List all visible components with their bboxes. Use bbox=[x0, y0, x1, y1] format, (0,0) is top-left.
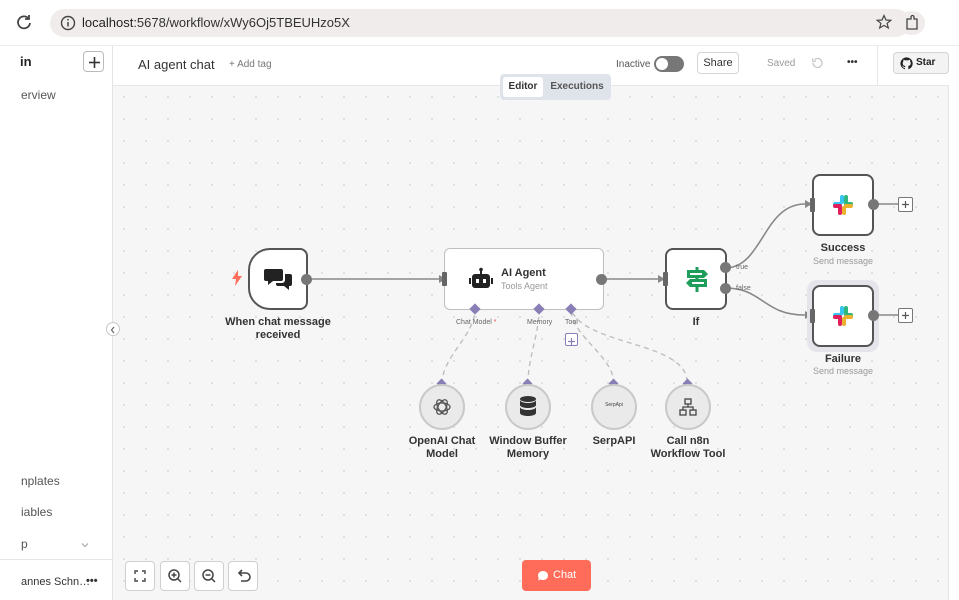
zoom-out-button[interactable] bbox=[194, 561, 224, 591]
chat-button-label: Chat bbox=[553, 569, 577, 581]
failure-sub: Send message bbox=[812, 366, 874, 376]
node-success[interactable] bbox=[812, 174, 874, 236]
fit-view-button[interactable] bbox=[125, 561, 155, 591]
database-icon bbox=[520, 396, 536, 416]
sidebar-item-overview[interactable]: erview bbox=[21, 88, 56, 102]
url-path: :5678/workflow/xWy6Oj5TBEUHzo5X bbox=[133, 15, 350, 30]
fit-view-icon bbox=[134, 570, 146, 582]
saved-status: Saved bbox=[767, 58, 796, 69]
signpost-icon bbox=[686, 267, 708, 292]
openai-icon bbox=[433, 399, 451, 415]
site-info-icon[interactable] bbox=[60, 15, 76, 31]
new-item-button[interactable] bbox=[83, 51, 104, 72]
failure-add-button[interactable] bbox=[898, 308, 913, 323]
memory-label: Window Buffer Memory bbox=[489, 435, 567, 460]
if-true-label: true bbox=[736, 264, 749, 271]
reset-zoom-button[interactable] bbox=[228, 561, 258, 591]
serpapi-icon: SerpApi bbox=[605, 402, 623, 408]
serpapi-label: SerpAPI bbox=[592, 435, 636, 447]
node-serpapi[interactable]: SerpApi bbox=[591, 384, 637, 430]
collapse-sidebar-button[interactable] bbox=[106, 322, 120, 336]
zoom-out-icon bbox=[202, 569, 216, 583]
success-label: Success bbox=[820, 242, 866, 254]
agent-output-handle[interactable] bbox=[596, 274, 607, 285]
user-menu-icon[interactable]: ••• bbox=[86, 575, 98, 587]
connection-if-failure bbox=[724, 287, 806, 316]
help-chevron-down-icon[interactable] bbox=[80, 537, 90, 548]
reload-icon[interactable] bbox=[14, 12, 34, 32]
workflow-tool-label: Call n8n Workflow Tool bbox=[650, 435, 726, 460]
connection-workflowtool-agent bbox=[570, 308, 688, 383]
more-options-button[interactable]: ••• bbox=[847, 57, 858, 68]
node-call-workflow-tool[interactable] bbox=[665, 384, 711, 430]
success-input-handle[interactable] bbox=[810, 198, 815, 212]
agent-subtitle: Tools Agent bbox=[501, 281, 548, 291]
workflow-title[interactable]: AI agent chat bbox=[138, 57, 215, 72]
trigger-output-handle[interactable] bbox=[301, 274, 312, 285]
github-star-button[interactable]: Star bbox=[893, 52, 949, 74]
if-input-handle[interactable] bbox=[663, 272, 668, 286]
node-window-buffer-memory[interactable] bbox=[505, 384, 551, 430]
agent-title: AI Agent bbox=[501, 267, 546, 279]
success-sub: Send message bbox=[812, 256, 874, 266]
connection-if-success bbox=[724, 203, 806, 269]
if-false-handle[interactable] bbox=[720, 283, 731, 294]
failure-label: Failure bbox=[824, 353, 862, 365]
sidebar: in erview nplates iables p annes Schn… •… bbox=[0, 46, 113, 600]
sidebar-divider bbox=[0, 559, 113, 560]
star-label: Star bbox=[916, 57, 936, 68]
slack-icon bbox=[833, 306, 853, 326]
success-output-handle[interactable] bbox=[868, 199, 879, 210]
tool-handle-label: Tool bbox=[565, 319, 578, 326]
if-true-handle[interactable] bbox=[720, 262, 731, 273]
openai-label: OpenAI Chat Model bbox=[408, 435, 476, 460]
share-button[interactable]: Share bbox=[697, 52, 739, 74]
browser-toolbar: localhost:5678/workflow/xWy6Oj5TBEUHzo5X bbox=[0, 0, 959, 46]
history-icon[interactable] bbox=[810, 56, 824, 70]
sidebar-item-help[interactable]: p bbox=[21, 537, 28, 551]
trigger-bolt-icon bbox=[231, 270, 243, 286]
chat-model-handle-label: Chat Model * bbox=[456, 319, 497, 326]
node-if[interactable] bbox=[665, 248, 727, 310]
node-failure[interactable] bbox=[812, 285, 874, 347]
app-logo-text: in bbox=[20, 54, 32, 69]
zoom-in-icon bbox=[168, 569, 182, 583]
trigger-label: When chat message received bbox=[225, 316, 331, 341]
failure-input-handle[interactable] bbox=[810, 309, 815, 323]
success-add-button[interactable] bbox=[898, 197, 913, 212]
active-status-label: Inactive bbox=[616, 59, 651, 70]
sidebar-item-templates[interactable]: nplates bbox=[21, 474, 60, 488]
github-icon bbox=[900, 57, 913, 70]
node-openai-chat-model[interactable] bbox=[419, 384, 465, 430]
add-tag-button[interactable]: + Add tag bbox=[229, 59, 272, 70]
memory-handle-label: Memory bbox=[527, 319, 553, 326]
add-tool-button[interactable] bbox=[565, 333, 578, 346]
active-toggle[interactable] bbox=[654, 56, 684, 72]
chat-bubbles-icon bbox=[264, 269, 292, 290]
extensions-icon[interactable] bbox=[899, 11, 925, 35]
if-false-label: false bbox=[736, 285, 751, 292]
bookmark-star-icon[interactable] bbox=[875, 14, 893, 30]
slack-icon bbox=[833, 195, 853, 215]
agent-input-handle[interactable] bbox=[442, 272, 447, 286]
robot-icon bbox=[469, 267, 493, 288]
network-icon bbox=[679, 398, 697, 416]
user-name[interactable]: annes Schn… bbox=[21, 576, 90, 588]
if-label: If bbox=[692, 316, 700, 328]
url-text: localhost:5678/workflow/xWy6Oj5TBEUHzo5X bbox=[82, 15, 350, 30]
sidebar-item-variables[interactable]: iables bbox=[21, 505, 52, 519]
node-chat-trigger[interactable] bbox=[248, 248, 308, 310]
url-host: localhost bbox=[82, 15, 134, 30]
chat-button[interactable]: Chat bbox=[522, 560, 591, 591]
zoom-in-button[interactable] bbox=[160, 561, 190, 591]
node-ai-agent[interactable]: AI Agent Tools Agent bbox=[444, 248, 604, 310]
failure-output-handle[interactable] bbox=[868, 310, 879, 321]
undo-icon bbox=[237, 569, 251, 582]
chat-bubble-icon bbox=[538, 571, 548, 581]
workflow-canvas[interactable]: Editor Executions When chat message rece… bbox=[113, 74, 949, 600]
header-divider bbox=[877, 46, 878, 86]
